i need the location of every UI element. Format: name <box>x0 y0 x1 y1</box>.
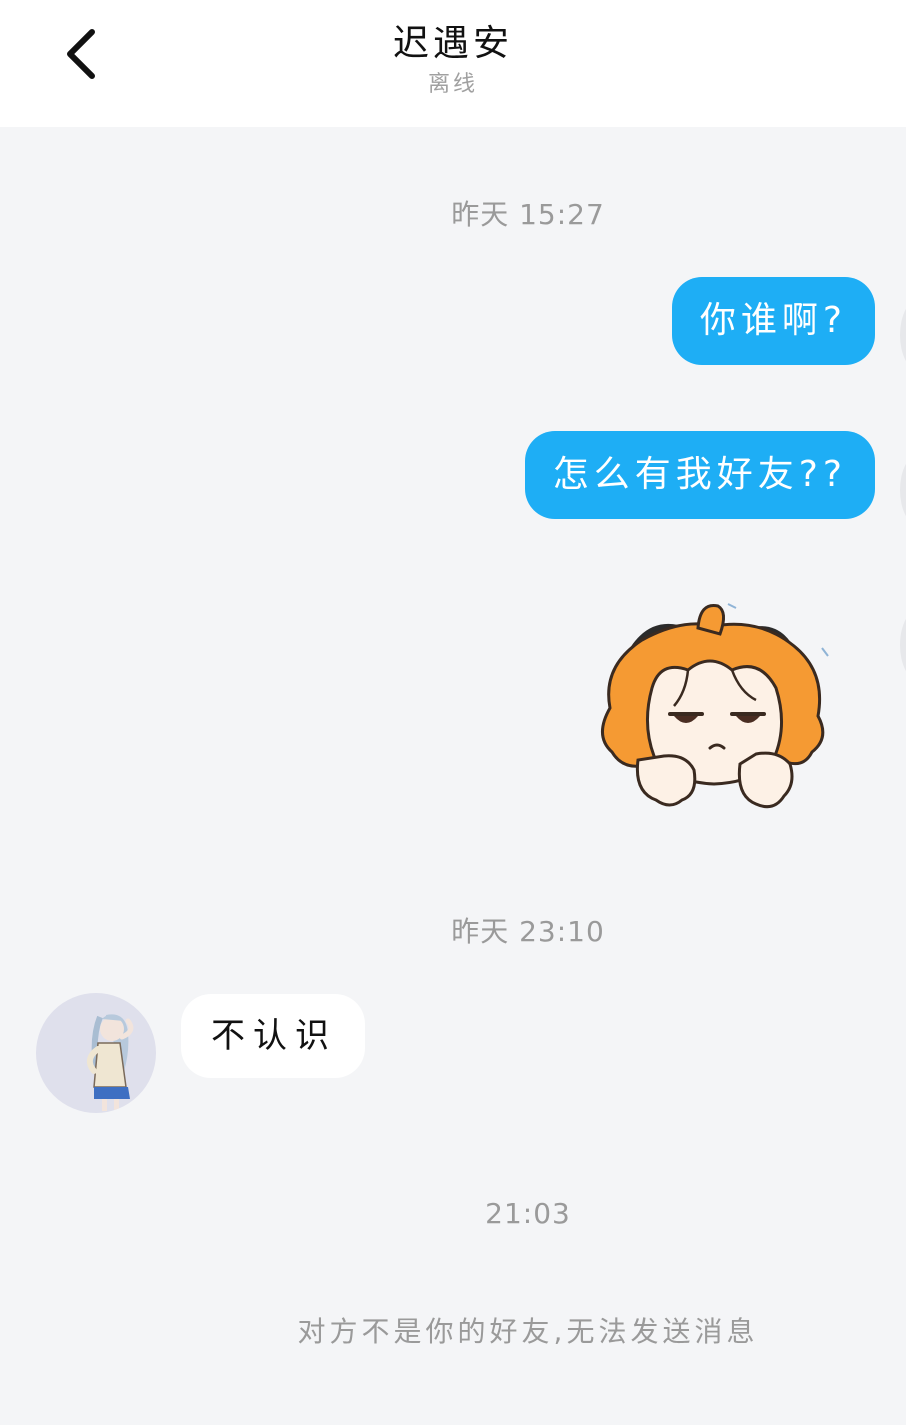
own-avatar-edge <box>900 455 906 525</box>
annoyed-girl-sticker <box>601 603 829 809</box>
own-avatar-edge <box>900 300 906 370</box>
outgoing-message[interactable]: 怎么有我好友?? <box>524 431 875 519</box>
system-notice: 对方不是你的好友,无法发送消息 <box>297 1315 759 1348</box>
sticker-message[interactable] <box>590 596 836 818</box>
outgoing-message[interactable]: 你谁啊? <box>671 277 875 365</box>
timestamp: 昨天 15:27 <box>451 198 605 231</box>
contact-status: 离线 <box>427 72 478 97</box>
incoming-message[interactable]: 不认识 <box>181 994 365 1078</box>
contact-name: 迟遇安 <box>392 23 513 64</box>
own-avatar-edge <box>900 610 906 680</box>
chat-header: 迟遇安 离线 <box>0 0 906 127</box>
timestamp: 21:03 <box>485 1197 571 1230</box>
timestamp: 昨天 23:10 <box>451 915 605 948</box>
anime-girl-avatar <box>86 1014 134 1111</box>
contact-avatar[interactable] <box>36 993 156 1113</box>
